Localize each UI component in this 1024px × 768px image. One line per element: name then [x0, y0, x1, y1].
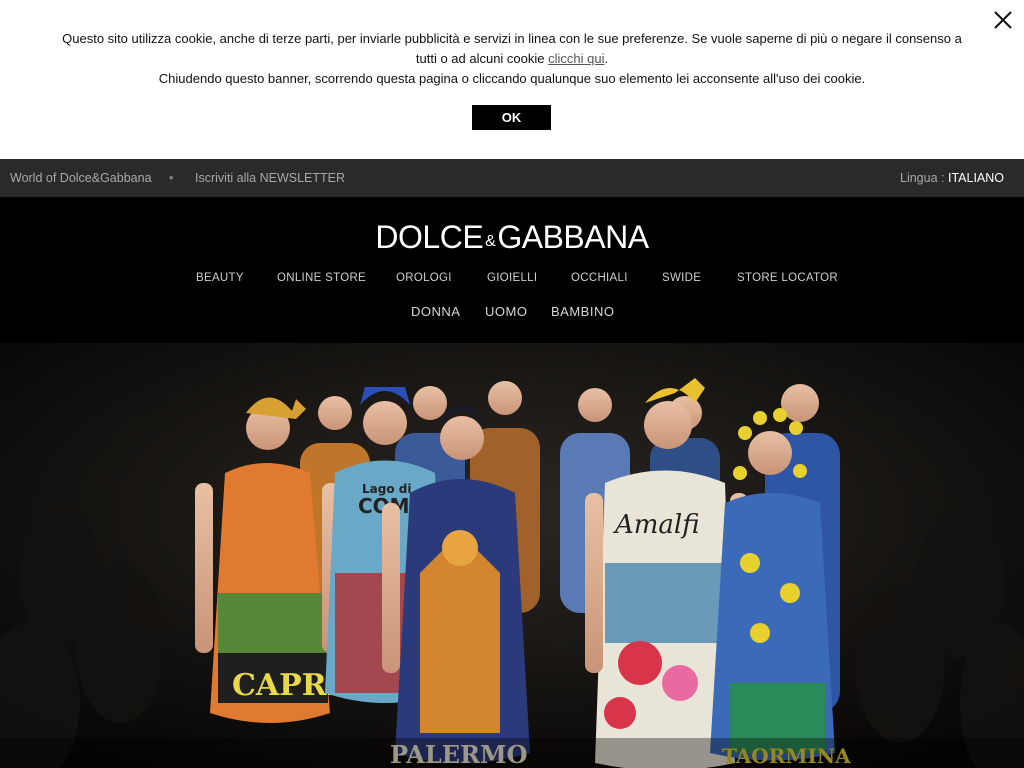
close-icon[interactable] — [990, 7, 1016, 33]
brand-logo[interactable]: DOLCE &GABBANA — [0, 219, 1024, 256]
nav-bambino[interactable]: BAMBINO — [551, 304, 614, 319]
dress-text-capri: CAPRI — [232, 668, 341, 703]
cookie-text-line1: Questo sito utilizza cookie, anche di te… — [62, 31, 962, 66]
logo-text-right: GABBANA — [497, 219, 649, 255]
hero-runway-image[interactable]: CAPRI Lago di COMO PALERMO — [0, 343, 1024, 768]
nav-store-locator[interactable]: STORE LOCATOR — [737, 272, 838, 284]
cookie-ok-button[interactable]: OK — [472, 105, 551, 130]
dress-text-amalfi: Amalfi — [613, 510, 700, 540]
cookie-message: Questo sito utilizza cookie, anche di te… — [50, 29, 974, 89]
logo-ampersand: & — [485, 233, 496, 250]
logo-text-left: DOLCE — [375, 219, 484, 255]
cookie-text-period: . — [604, 51, 609, 66]
utility-bar: World of Dolce&Gabbana • Iscriviti alla … — [0, 159, 1024, 197]
nav-swide[interactable]: SWIDE — [662, 272, 701, 284]
language-label: Lingua : — [900, 171, 948, 185]
nav-online-store[interactable]: ONLINE STORE — [277, 272, 366, 284]
nav-occhiali[interactable]: OCCHIALI — [571, 272, 628, 284]
nav-donna[interactable]: DONNA — [411, 304, 460, 319]
nav-orologi[interactable]: OROLOGI — [396, 272, 452, 284]
cookie-text-line2: Chiudendo questo banner, scorrendo quest… — [158, 71, 866, 86]
world-of-dg-link[interactable]: World of Dolce&Gabbana — [10, 171, 152, 185]
nav-beauty[interactable]: BEAUTY — [196, 272, 244, 284]
language-selector[interactable]: Lingua : ITALIANO — [900, 171, 1004, 185]
newsletter-link[interactable]: Iscriviti alla NEWSLETTER — [195, 171, 345, 185]
nav-uomo[interactable]: UOMO — [485, 304, 527, 319]
cookie-banner: Questo sito utilizza cookie, anche di te… — [0, 0, 1024, 159]
separator-bullet: • — [169, 171, 174, 185]
site-header: DOLCE &GABBANA BEAUTY ONLINE STORE OROLOG… — [0, 197, 1024, 343]
nav-gioielli[interactable]: GIOIELLI — [487, 272, 537, 284]
runway-illustration: CAPRI Lago di COMO PALERMO — [0, 343, 1024, 768]
language-value: ITALIANO — [947, 171, 1004, 185]
cookie-policy-link[interactable]: clicchi qui — [548, 51, 604, 66]
